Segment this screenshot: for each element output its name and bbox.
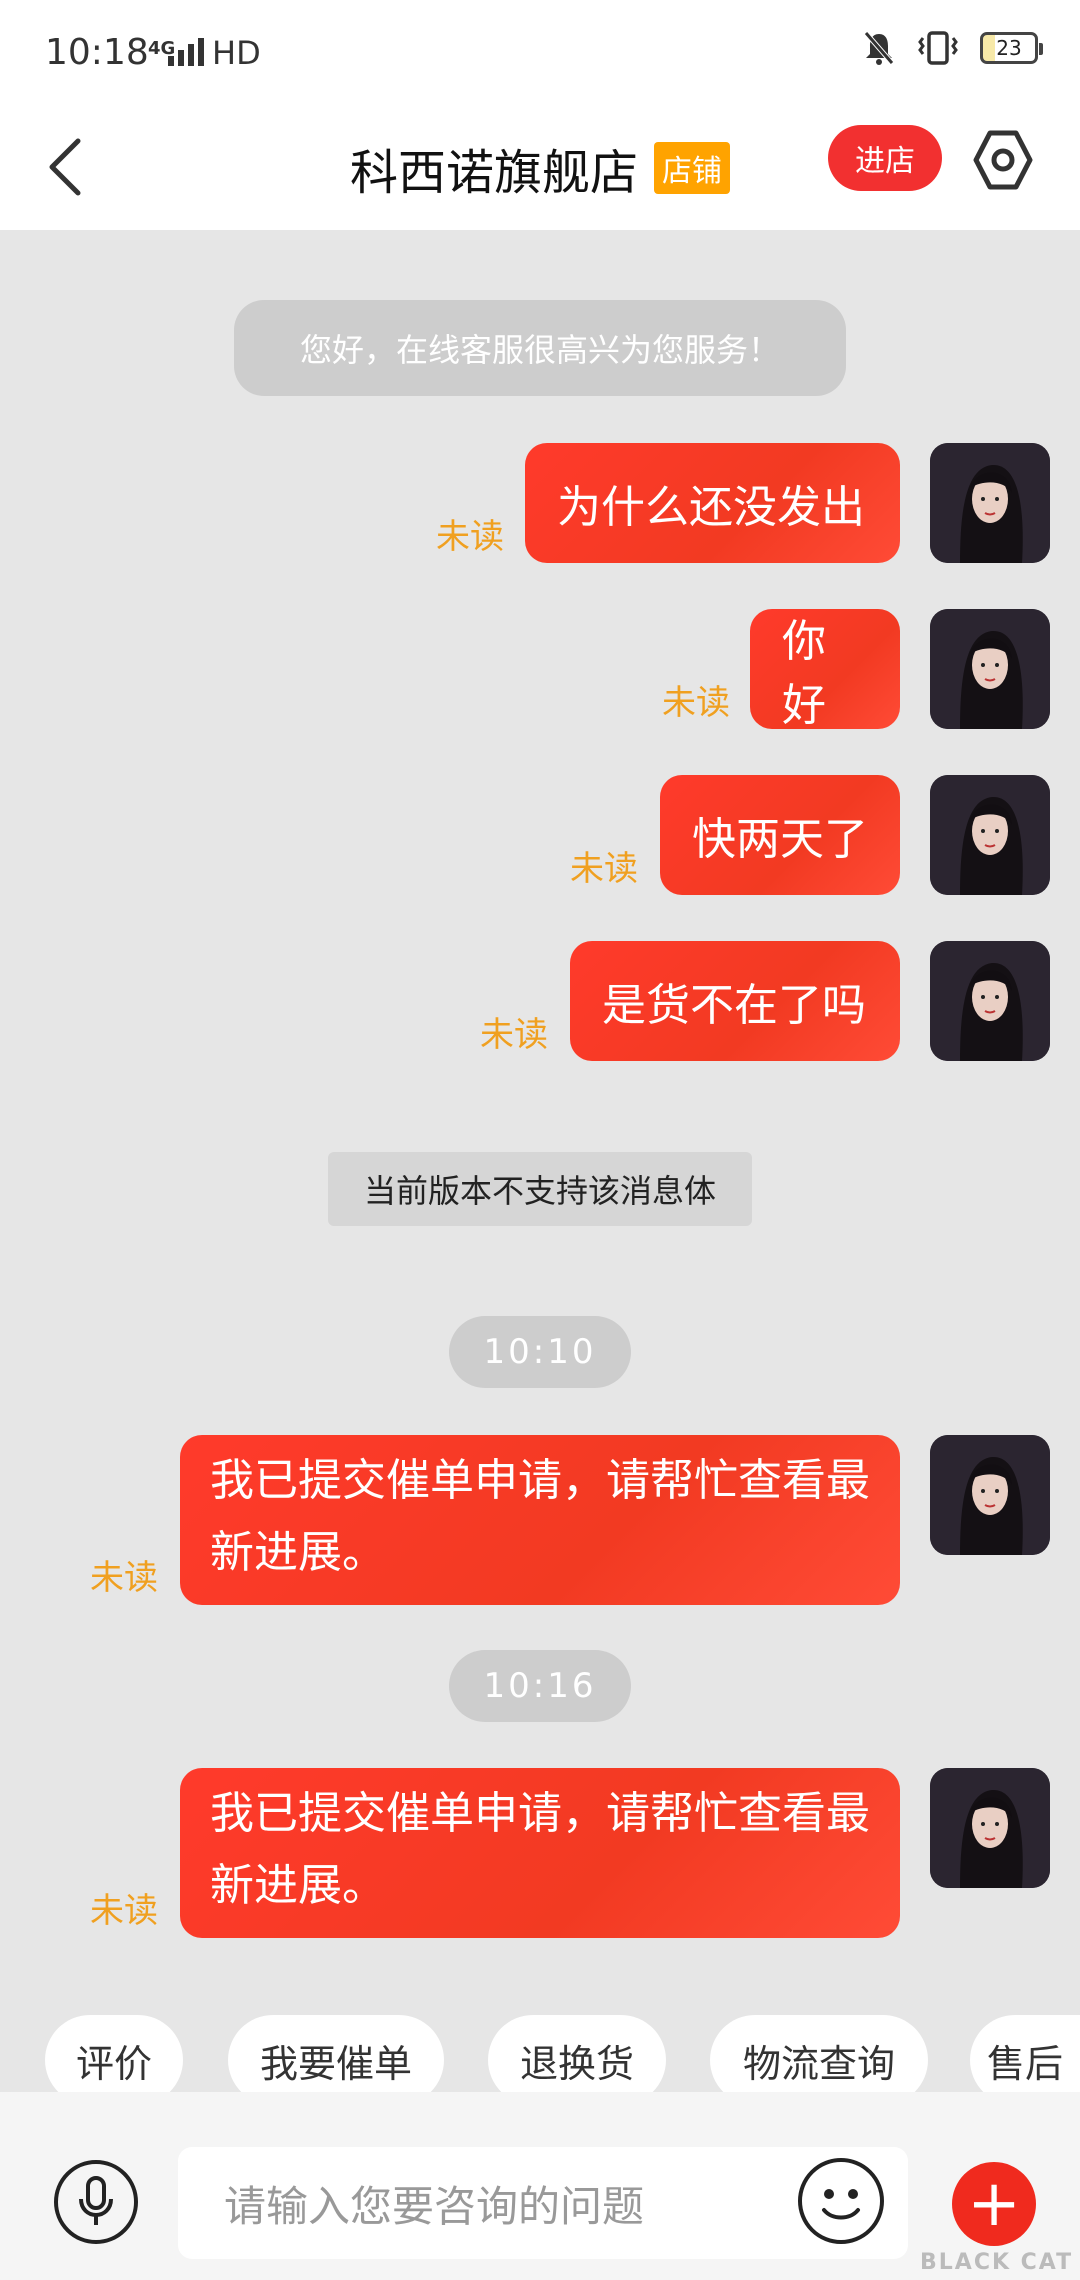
settings-icon[interactable] xyxy=(970,127,1036,193)
message-bubble[interactable]: 我已提交催单申请，请帮忙查看最新进展。 xyxy=(180,1768,900,1938)
hd-label: HD xyxy=(212,34,261,72)
avatar-portrait-icon xyxy=(930,443,1050,563)
unread-status: 未读 xyxy=(570,849,638,889)
avatar-portrait-icon xyxy=(930,1435,1050,1555)
signal-icon xyxy=(168,36,204,66)
message-row: 未读 快两天了 xyxy=(0,775,1080,895)
message-row: 未读 我已提交催单申请，请帮忙查看最新进展。 xyxy=(0,1768,1080,1938)
message-bubble[interactable]: 是货不在了吗 xyxy=(570,941,900,1061)
battery-icon: 23 xyxy=(980,32,1043,64)
avatar-portrait-icon xyxy=(930,1768,1050,1888)
plus-icon: + xyxy=(967,2167,1021,2241)
timestamp: 10:16 xyxy=(449,1650,631,1722)
unread-status: 未读 xyxy=(90,1558,158,1598)
user-avatar[interactable] xyxy=(930,1435,1050,1555)
message-row: 未读 为什么还没发出 xyxy=(0,443,1080,563)
avatar-portrait-icon xyxy=(930,941,1050,1061)
unread-status: 未读 xyxy=(436,517,504,557)
welcome-message: 您好，在线客服很高兴为您服务！ xyxy=(234,300,846,396)
emoji-icon xyxy=(822,2189,860,2220)
vibrate-icon xyxy=(918,31,958,65)
user-avatar[interactable] xyxy=(930,443,1050,563)
message-row: 未读 你好 xyxy=(0,609,1080,731)
avatar-portrait-icon xyxy=(930,609,1050,729)
mute-bell-icon xyxy=(864,31,894,65)
chat-header: 科西诺旗舰店 店铺 进店 xyxy=(0,105,1080,230)
shop-badge: 店铺 xyxy=(654,142,730,194)
user-avatar[interactable] xyxy=(930,609,1050,729)
more-button[interactable]: + xyxy=(952,2162,1036,2246)
user-avatar[interactable] xyxy=(930,941,1050,1061)
status-time: 10:18 xyxy=(45,32,149,73)
enter-shop-button[interactable]: 进店 xyxy=(828,125,942,191)
unread-status: 未读 xyxy=(662,683,730,723)
voice-button[interactable] xyxy=(54,2160,138,2244)
message-row: 未读 我已提交催单申请，请帮忙查看最新进展。 xyxy=(0,1435,1080,1605)
message-row: 未读 是货不在了吗 xyxy=(0,941,1080,1061)
shop-title[interactable]: 科西诺旗舰店 xyxy=(350,133,638,203)
user-avatar[interactable] xyxy=(930,775,1050,895)
input-bar: 请输入您要咨询的问题 + xyxy=(0,2092,1080,2280)
user-avatar[interactable] xyxy=(930,1768,1050,1888)
unread-status: 未读 xyxy=(480,1015,548,1055)
status-bar: 10:18 4G HD 23 xyxy=(0,0,1080,105)
microphone-icon xyxy=(79,2176,113,2225)
unsupported-message-notice: 当前版本不支持该消息体 xyxy=(328,1152,752,1226)
emoji-button[interactable] xyxy=(798,2158,884,2244)
watermark: BLACK CAT xyxy=(920,2250,1074,2275)
unread-status: 未读 xyxy=(90,1891,158,1931)
message-bubble[interactable]: 你好 xyxy=(750,609,900,731)
message-bubble[interactable]: 为什么还没发出 xyxy=(525,443,900,563)
message-bubble[interactable]: 快两天了 xyxy=(660,775,900,895)
message-bubble[interactable]: 我已提交催单申请，请帮忙查看最新进展。 xyxy=(180,1435,900,1605)
timestamp: 10:10 xyxy=(449,1316,631,1388)
avatar-portrait-icon xyxy=(930,775,1050,895)
